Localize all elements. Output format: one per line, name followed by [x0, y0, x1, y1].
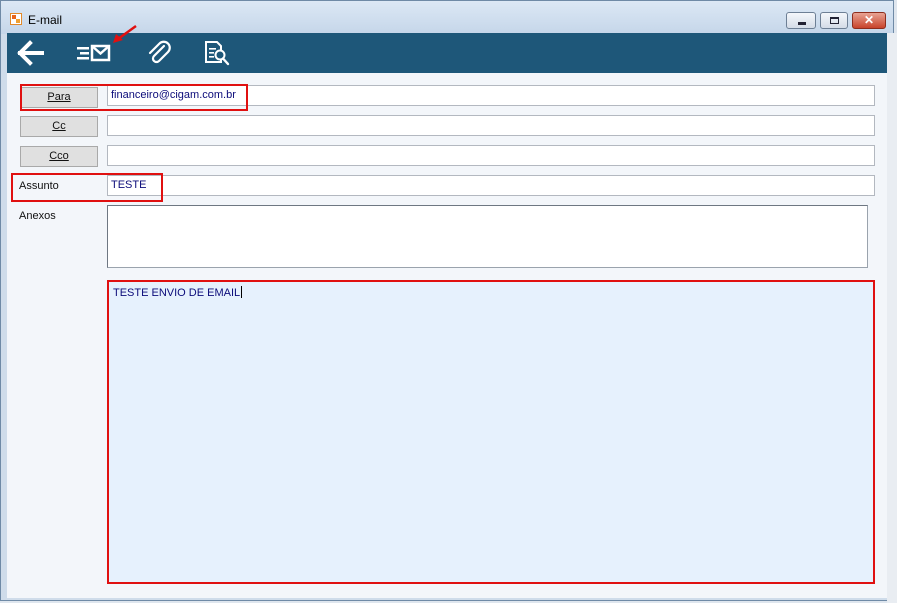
app-logo-icon: [10, 13, 22, 25]
email-form: Para financeiro@cigam.com.br Cc Cco Assu…: [7, 73, 887, 598]
attachments-list[interactable]: [107, 205, 868, 268]
title-bar[interactable]: E-mail ✕: [1, 1, 893, 34]
send-email-icon: [77, 44, 111, 62]
search-document-icon: [205, 41, 230, 66]
send-email-button[interactable]: [75, 39, 115, 67]
close-icon: ✕: [863, 13, 875, 27]
email-window: E-mail ✕ Para financeiro@cigam.com.br Cc…: [0, 0, 894, 601]
subject-label: Assunto: [19, 180, 59, 192]
to-button[interactable]: Para: [20, 87, 98, 108]
bcc-button[interactable]: Cco: [20, 146, 98, 167]
window-title: E-mail: [28, 13, 63, 27]
paperclip-icon: [148, 40, 171, 64]
message-body-text: TESTE ENVIO DE EMAIL: [113, 287, 241, 299]
to-field[interactable]: financeiro@cigam.com.br: [107, 85, 875, 106]
arrow-left-icon: [17, 40, 44, 66]
minimize-icon: [798, 22, 806, 25]
cc-button[interactable]: Cc: [20, 116, 98, 137]
message-body[interactable]: TESTE ENVIO DE EMAIL: [109, 281, 874, 583]
back-button[interactable]: [15, 39, 45, 67]
background-window-edge: [887, 33, 897, 603]
maximize-icon: [830, 17, 839, 24]
minimize-button[interactable]: [786, 12, 816, 29]
attach-button[interactable]: [144, 39, 174, 67]
maximize-button[interactable]: [820, 12, 848, 29]
subject-field[interactable]: TESTE: [107, 175, 875, 196]
attachments-label: Anexos: [19, 210, 56, 222]
bcc-field[interactable]: [107, 145, 875, 166]
cc-field[interactable]: [107, 115, 875, 136]
text-cursor: [241, 286, 243, 298]
preview-button[interactable]: [202, 39, 232, 67]
close-button[interactable]: ✕: [852, 12, 886, 29]
toolbar: [7, 33, 887, 73]
